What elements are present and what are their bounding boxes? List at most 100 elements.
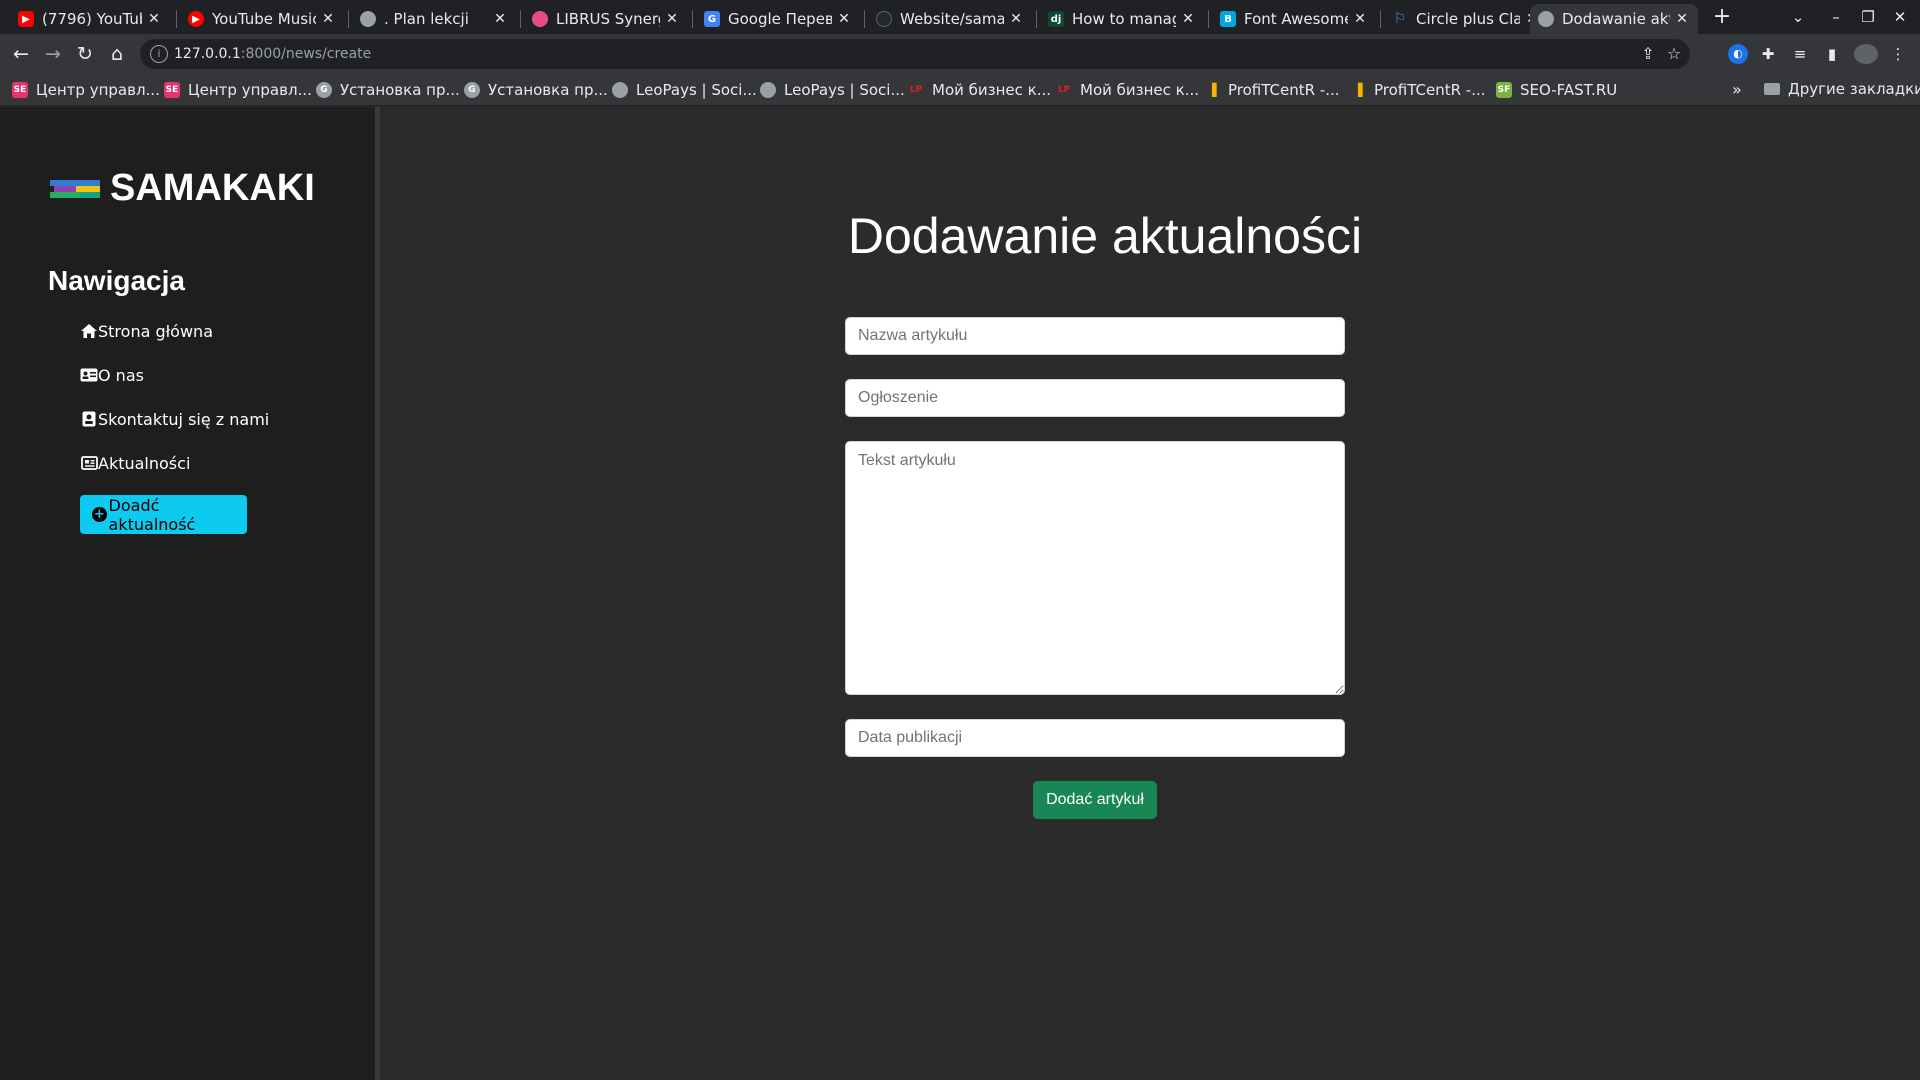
tab-title: . Plan lekcji: [384, 10, 469, 28]
forward-button[interactable]: →: [40, 41, 66, 67]
tab-google-translate[interactable]: G Google Переводчик ✕: [696, 4, 860, 34]
tab-search-chevron-icon[interactable]: ⌄: [1786, 6, 1810, 28]
lp-icon: LP: [909, 85, 923, 95]
close-icon[interactable]: ✕: [1674, 11, 1690, 27]
bookmark-item[interactable]: ▐ ProfiTCentR -...: [1350, 80, 1486, 100]
add-news-button[interactable]: + Doadć aktualność: [80, 495, 247, 534]
close-icon[interactable]: ✕: [320, 11, 336, 27]
tab-librus[interactable]: LIBRUS Synergia ✕: [524, 4, 688, 34]
reload-button[interactable]: ↻: [72, 41, 98, 67]
close-icon[interactable]: ✕: [664, 11, 680, 27]
nav-item-about[interactable]: O nas: [80, 363, 144, 387]
globe-icon: [360, 11, 376, 27]
django-icon: dj: [1048, 11, 1064, 27]
close-icon[interactable]: ✕: [836, 11, 852, 27]
reading-list-icon[interactable]: ≡: [1790, 44, 1810, 64]
tab-github[interactable]: Website/samakaki ✕: [868, 4, 1032, 34]
page-title: Dodawanie aktualności: [847, 208, 1363, 264]
profile-avatar[interactable]: [1854, 44, 1878, 64]
close-window-button[interactable]: ✕: [1888, 6, 1912, 28]
tab-font-awesome[interactable]: B Font Awesome ✕: [1212, 4, 1376, 34]
bar-chart-icon: ▐: [1207, 83, 1217, 97]
bookmark-item[interactable]: SF SEO-FAST.RU: [1496, 80, 1617, 100]
bookmark-item[interactable]: ▐ ProfiTCentR -...: [1204, 80, 1340, 100]
folder-icon: [1764, 83, 1780, 95]
tab-title: (7796) YouTube: [42, 10, 142, 28]
flag-icon: ⚐: [1393, 11, 1407, 27]
sidebar: SAMAKAKI Nawigacja Strona główna O nas S…: [0, 107, 380, 1080]
github-icon: [876, 11, 892, 27]
share-icon[interactable]: ⇪: [1638, 44, 1658, 64]
g-icon: G: [464, 82, 480, 98]
bookmarks-bar: SE Центр управл... SE Центр управл... G …: [0, 74, 1920, 106]
side-panel-icon[interactable]: ▮: [1822, 44, 1842, 64]
tab-title: Font Awesome: [1244, 10, 1348, 28]
bookmark-item[interactable]: LP Мой бизнес к...: [1056, 80, 1199, 100]
nav-item-home[interactable]: Strona główna: [80, 319, 213, 343]
bookmarks-overflow-button[interactable]: »: [1732, 80, 1742, 99]
address-bar[interactable]: i 127.0.0.1:8000/news/create ⇪ ☆: [140, 39, 1690, 69]
bookmark-item[interactable]: LeoPays | Soci...: [760, 80, 905, 100]
site-info-icon[interactable]: i: [150, 45, 168, 63]
nav-label: Skontaktuj się z nami: [98, 409, 270, 429]
globe-icon: [760, 82, 776, 98]
extensions-puzzle-icon[interactable]: ✚: [1758, 44, 1778, 64]
nav-item-contact[interactable]: Skontaktuj się z nami: [80, 407, 269, 431]
bookmark-label: SEO-FAST.RU: [1520, 81, 1618, 99]
tab-separator: [176, 10, 177, 28]
bookmark-item[interactable]: G Установка пр...: [464, 80, 608, 100]
close-icon[interactable]: ✕: [1352, 11, 1368, 27]
back-button[interactable]: ←: [8, 41, 34, 67]
bookmark-item[interactable]: SE Центр управл...: [12, 80, 160, 100]
youtube-icon: ▶: [18, 11, 34, 27]
article-text-textarea[interactable]: [845, 441, 1345, 695]
tab-title: Circle plus Class: [1416, 10, 1520, 28]
close-icon[interactable]: ✕: [1180, 11, 1196, 27]
bookmark-item[interactable]: LP Мой бизнес к...: [908, 80, 1051, 100]
close-icon[interactable]: ✕: [146, 11, 162, 27]
contact-icon: [80, 410, 98, 428]
google-translate-icon: G: [704, 11, 720, 27]
add-news-label: Doadć aktualność: [108, 495, 196, 534]
add-article-button[interactable]: Dodać artykuł: [1033, 781, 1157, 819]
new-tab-button[interactable]: +: [1710, 6, 1734, 30]
tab-separator: [864, 10, 865, 28]
tab-circle-plus[interactable]: ⚐ Circle plus Class ✕: [1384, 4, 1548, 34]
main-content: Dodawanie aktualności Dodać artykuł: [385, 107, 1920, 1080]
bookmark-label: ProfiTCentR -...: [1228, 81, 1340, 99]
announcement-input[interactable]: [845, 379, 1345, 417]
tab-youtube-music[interactable]: ▶ YouTube Music ✕: [180, 4, 344, 34]
bookmark-item[interactable]: LeoPays | Soci...: [612, 80, 757, 100]
tab-how-to-manage[interactable]: dj How to manage ✕: [1040, 4, 1204, 34]
url-text[interactable]: 127.0.0.1:8000/news/create: [174, 46, 371, 62]
tab-youtube[interactable]: ▶ (7796) YouTube ✕: [10, 4, 170, 34]
publication-date-input[interactable]: [845, 719, 1345, 757]
menu-kebab-icon[interactable]: ⋮: [1888, 44, 1908, 64]
tab-separator: [1380, 10, 1381, 28]
globe-icon: [612, 82, 628, 98]
bookmark-item[interactable]: SE Центр управл...: [164, 80, 312, 100]
restore-button[interactable]: ❐: [1856, 6, 1880, 28]
brand[interactable]: SAMAKAKI: [50, 167, 315, 210]
bookmark-star-icon[interactable]: ☆: [1664, 44, 1684, 64]
nav-item-news[interactable]: Aktualności: [80, 451, 190, 475]
nav-label: Aktualności: [98, 453, 191, 473]
minimize-button[interactable]: –: [1824, 6, 1848, 28]
home-button[interactable]: ⌂: [104, 41, 130, 67]
youtube-music-icon: ▶: [188, 11, 204, 27]
tab-title: Google Переводчик: [728, 10, 832, 28]
tab-plan-lekcji[interactable]: . Plan lekcji ✕: [352, 4, 516, 34]
bookmark-label: ProfiTCentR -...: [1374, 81, 1486, 99]
extension-blue-icon[interactable]: ◐: [1728, 44, 1748, 64]
browser-toolbar: ← → ↻ ⌂ i 127.0.0.1:8000/news/create ⇪ ☆…: [0, 34, 1920, 74]
article-name-input[interactable]: [845, 317, 1345, 355]
close-icon[interactable]: ✕: [492, 11, 508, 27]
brand-name: SAMAKAKI: [110, 167, 315, 209]
lp-icon: LP: [1057, 85, 1071, 95]
close-icon[interactable]: ✕: [1008, 11, 1024, 27]
tab-dodawanie[interactable]: Dodawanie aktualności ✕: [1530, 4, 1698, 34]
bookmark-item[interactable]: G Установка пр...: [316, 80, 460, 100]
other-bookmarks-folder[interactable]: Другие закладки: [1764, 80, 1920, 98]
se-icon: SE: [164, 82, 180, 98]
bar-chart-icon: ▐: [1353, 83, 1363, 97]
